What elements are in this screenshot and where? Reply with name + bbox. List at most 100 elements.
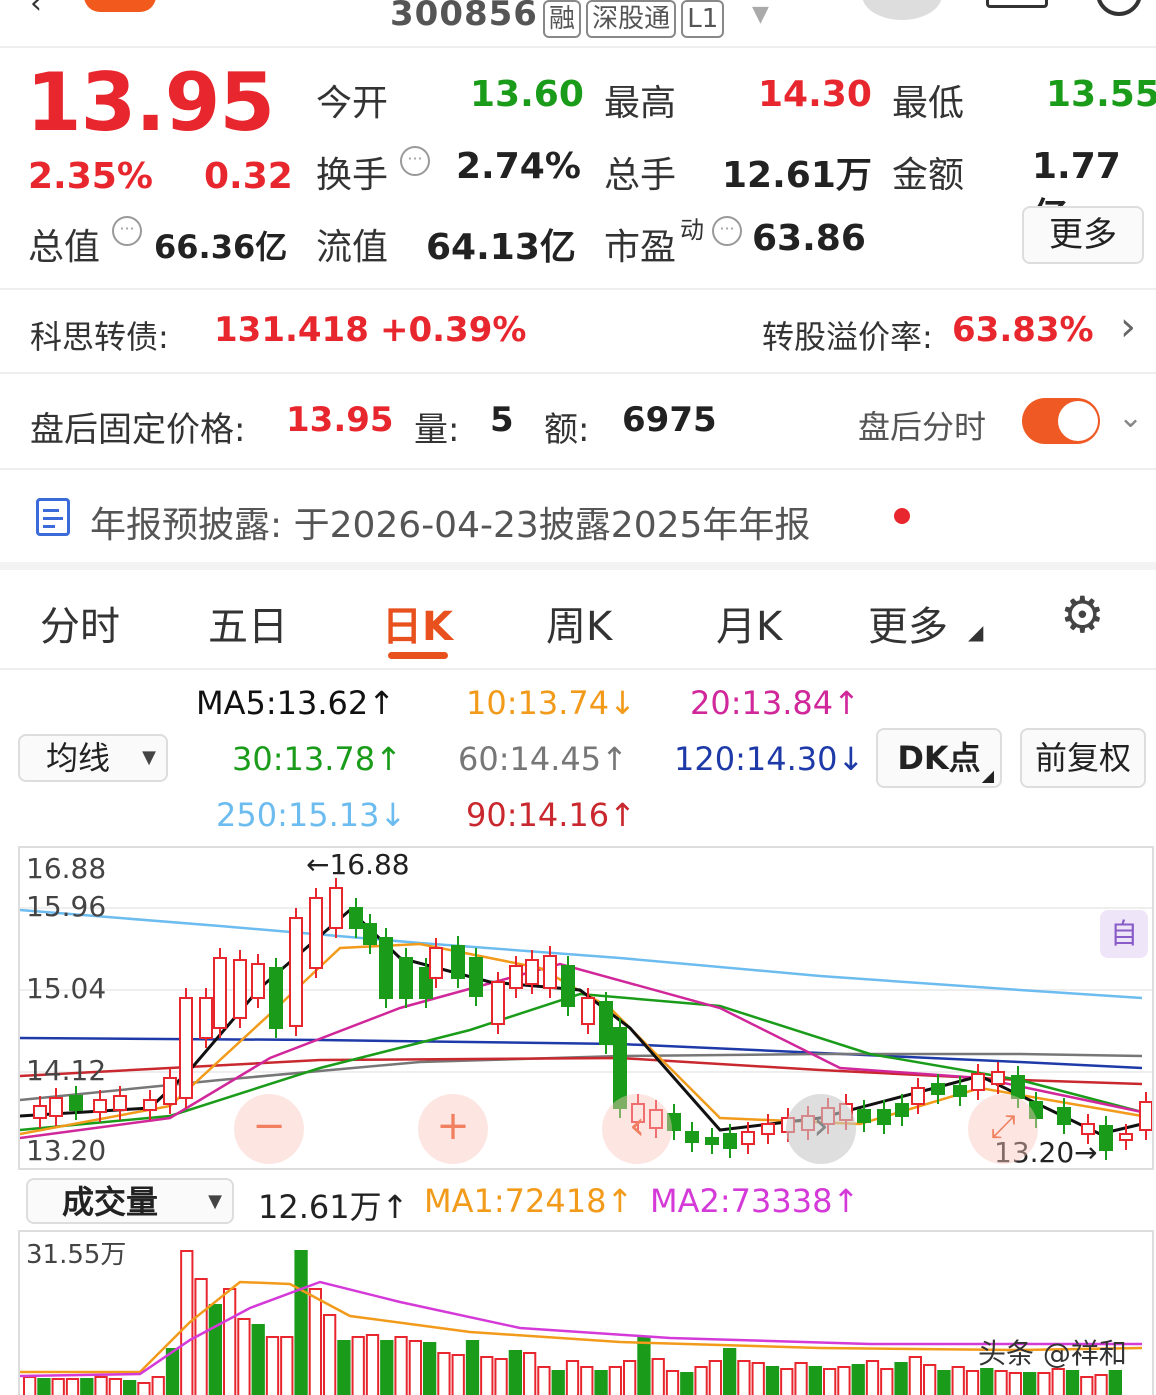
more-button[interactable]: 更多 bbox=[1022, 206, 1144, 264]
corner-triangle-icon: ◢ bbox=[968, 620, 984, 644]
volume-bar bbox=[408, 1340, 423, 1395]
ma-select[interactable]: 均线 ▼ bbox=[18, 734, 168, 782]
volume-bar bbox=[380, 1340, 394, 1395]
afterhours-toggle[interactable] bbox=[1022, 398, 1100, 444]
volume-bar bbox=[1023, 1372, 1037, 1395]
open-label: 今开 bbox=[316, 83, 389, 124]
volume-bar bbox=[223, 1288, 237, 1395]
notice-text[interactable]: 年报预披露: 于2026-04-23披露2025年年报 bbox=[90, 496, 810, 548]
section-divider bbox=[0, 562, 1156, 570]
candle-body bbox=[741, 1131, 755, 1145]
candle-body bbox=[1099, 1125, 1113, 1151]
volume-bar bbox=[694, 1366, 708, 1395]
expand-icon[interactable]: ⤢ bbox=[968, 1094, 1038, 1164]
pe-label: 市盈 bbox=[604, 227, 677, 268]
volume-bar bbox=[80, 1378, 94, 1395]
volume-bar bbox=[37, 1378, 51, 1395]
candle-body bbox=[723, 1133, 737, 1149]
volume-bar bbox=[780, 1368, 794, 1395]
volume-bar bbox=[580, 1366, 594, 1395]
volume-bar bbox=[208, 1304, 222, 1395]
unread-dot bbox=[894, 508, 910, 524]
ma90-value: 90:14.16↑ bbox=[466, 796, 636, 834]
tab-daily-k[interactable]: 日K bbox=[382, 594, 453, 652]
ma10-value: 10:13.74↓ bbox=[466, 684, 636, 722]
chevron-right-icon[interactable]: › bbox=[1120, 304, 1136, 350]
candle-body bbox=[991, 1071, 1005, 1085]
scroll-left-button[interactable]: ‹ bbox=[602, 1094, 672, 1164]
candle-body bbox=[251, 963, 265, 999]
zoom-in-button[interactable]: + bbox=[418, 1094, 488, 1164]
candle-body bbox=[1119, 1133, 1133, 1141]
candle-body bbox=[163, 1077, 177, 1105]
candle-body bbox=[561, 965, 575, 1007]
volume-bar bbox=[51, 1378, 65, 1395]
candle-body bbox=[1011, 1075, 1025, 1099]
tab-more[interactable]: 更多 bbox=[868, 594, 948, 652]
indicator-select[interactable]: 成交量 ▼ bbox=[26, 1178, 234, 1224]
amount-label: 金额 bbox=[892, 155, 965, 196]
volume-bar bbox=[865, 1360, 880, 1395]
ma250-value: 250:15.13↓ bbox=[216, 796, 407, 834]
volume-bar bbox=[1008, 1372, 1023, 1395]
turnover-value: 2.74% bbox=[456, 146, 581, 187]
afterhours-toggle-label: 盘后分时 bbox=[858, 408, 987, 446]
tab-monthly-k[interactable]: 月K bbox=[716, 594, 782, 652]
volume-bar bbox=[94, 1376, 108, 1395]
candle-body bbox=[599, 1001, 613, 1045]
chevron-down-icon[interactable]: ▼ bbox=[752, 2, 769, 27]
zoom-out-button[interactable]: − bbox=[234, 1094, 304, 1164]
candle-body bbox=[705, 1137, 719, 1145]
volume-bar bbox=[1108, 1370, 1122, 1395]
adjust-button[interactable]: 前复权 bbox=[1020, 728, 1146, 788]
volume-max-label: 31.55万 bbox=[26, 1240, 127, 1270]
afterhours-amt-label: 额: bbox=[544, 410, 590, 450]
volume-bar bbox=[394, 1336, 408, 1395]
tab-five-day[interactable]: 五日 bbox=[208, 594, 288, 652]
pe-sup: 动 bbox=[680, 216, 704, 244]
volume-bar bbox=[665, 1370, 680, 1395]
afterhours-price: 13.95 bbox=[286, 400, 394, 440]
volume-bar bbox=[908, 1356, 923, 1395]
auto-button[interactable]: 自 bbox=[1100, 910, 1148, 958]
y-label-4: 14.12 bbox=[26, 1054, 107, 1087]
tab-timeshare[interactable]: 分时 bbox=[40, 594, 120, 652]
volume-bar bbox=[465, 1340, 480, 1395]
back-icon[interactable]: ‹ bbox=[30, 0, 42, 21]
volume-bar bbox=[294, 1250, 308, 1395]
candle-body bbox=[113, 1095, 127, 1111]
turnover-label: 换手 bbox=[316, 155, 389, 196]
chevron-down-icon[interactable]: ⌄ bbox=[1118, 400, 1143, 435]
chip-connect: 深股通 bbox=[586, 0, 677, 38]
window-icon[interactable] bbox=[986, 0, 1048, 8]
volume-bar bbox=[951, 1366, 965, 1395]
info-icon[interactable]: ··· bbox=[112, 216, 142, 246]
volume-bar bbox=[108, 1378, 123, 1395]
scroll-right-button[interactable]: › bbox=[786, 1094, 856, 1164]
avatar[interactable] bbox=[862, 0, 942, 20]
candle-body bbox=[429, 947, 443, 979]
tab-weekly-k[interactable]: 周K bbox=[546, 594, 612, 652]
kline-chart[interactable]: 16.88 15.96 15.04 14.12 13.20 ←16.88 13.… bbox=[18, 846, 1154, 1170]
dropdown-icon: ▼ bbox=[142, 747, 156, 768]
y-label-2: 15.96 bbox=[26, 890, 107, 923]
volume-chart[interactable]: 31.55万 头条 @祥和 bbox=[18, 1230, 1154, 1395]
ma5-value: MA5:13.62↑ bbox=[196, 684, 396, 722]
dk-label: DK点 bbox=[897, 739, 981, 777]
afterhours-amt: 6975 bbox=[622, 400, 717, 440]
volume-bar bbox=[680, 1372, 694, 1395]
volume-bar bbox=[594, 1370, 608, 1395]
settings-gear-icon[interactable]: ⚙ bbox=[1060, 590, 1105, 640]
volume-bar bbox=[708, 1360, 723, 1395]
high-marker: ←16.88 bbox=[306, 848, 410, 881]
candle-body bbox=[761, 1123, 775, 1135]
search-icon[interactable] bbox=[1096, 0, 1142, 16]
dk-point-button[interactable]: DK点 ◢ bbox=[876, 728, 1002, 788]
premium-value: 63.83% bbox=[952, 310, 1094, 350]
info-icon[interactable]: ··· bbox=[400, 146, 430, 176]
volume-bar bbox=[480, 1356, 494, 1395]
volume-bar bbox=[508, 1350, 523, 1395]
document-icon bbox=[36, 498, 70, 536]
info-icon[interactable]: ··· bbox=[712, 216, 742, 246]
volume-bar bbox=[651, 1358, 665, 1395]
